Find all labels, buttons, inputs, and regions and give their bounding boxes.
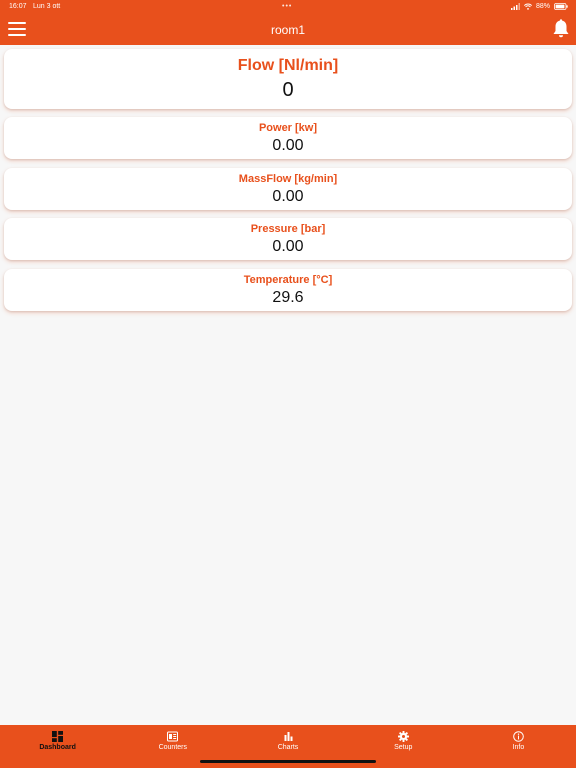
status-time: 16:07	[9, 3, 27, 10]
tab-dashboard-label: Dashboard	[39, 744, 76, 751]
flow-label: Flow [Nl/min]	[237, 57, 339, 74]
power-card[interactable]: Power [kw] 0.00	[4, 117, 572, 159]
power-value: 0.00	[272, 137, 304, 154]
temperature-label: Temperature [°C]	[243, 274, 333, 286]
temperature-card[interactable]: Temperature [°C] 29.6	[4, 269, 572, 311]
status-indicators: 88%	[510, 2, 568, 11]
cellular-signal-icon	[510, 3, 520, 10]
bell-icon	[553, 19, 569, 38]
tab-info[interactable]: Info	[461, 725, 576, 768]
top-bar: 16:07 Lun 3 ott ••• 88% room1	[0, 0, 576, 45]
status-date: Lun 3 ott	[33, 3, 61, 10]
info-icon	[513, 731, 524, 742]
power-label: Power [kw]	[258, 122, 318, 134]
home-indicator[interactable]	[200, 760, 376, 763]
bar-chart-icon	[284, 732, 292, 741]
pressure-value: 0.00	[272, 238, 304, 255]
tab-dashboard[interactable]: Dashboard	[0, 725, 115, 768]
tab-info-label: Info	[512, 744, 525, 751]
massflow-card[interactable]: MassFlow [kg/min] 0.00	[4, 168, 572, 210]
battery-percent: 88%	[535, 3, 550, 10]
tab-counters-label: Counters	[158, 744, 187, 751]
multitasking-dots[interactable]: •••	[282, 3, 292, 11]
temperature-value: 29.6	[272, 289, 304, 306]
battery-icon	[554, 3, 568, 10]
app-screen: 16:07 Lun 3 ott ••• 88% room1 Flow [Nl/m…	[0, 0, 576, 768]
flow-value: 0	[282, 79, 294, 101]
pressure-card[interactable]: Pressure [bar] 0.00	[4, 218, 572, 260]
tab-setup-label: Setup	[394, 744, 413, 751]
dashboard-icon	[52, 731, 64, 742]
notifications-button[interactable]	[552, 19, 570, 39]
flow-card[interactable]: Flow [Nl/min] 0	[4, 49, 572, 109]
page-title: room1	[270, 23, 305, 37]
gear-icon	[397, 731, 409, 742]
massflow-label: MassFlow [kg/min]	[238, 173, 338, 185]
wifi-icon	[523, 3, 532, 10]
counters-icon	[167, 731, 179, 742]
pressure-label: Pressure [bar]	[250, 223, 326, 235]
massflow-value: 0.00	[272, 188, 304, 205]
tab-charts-label: Charts	[277, 744, 299, 751]
